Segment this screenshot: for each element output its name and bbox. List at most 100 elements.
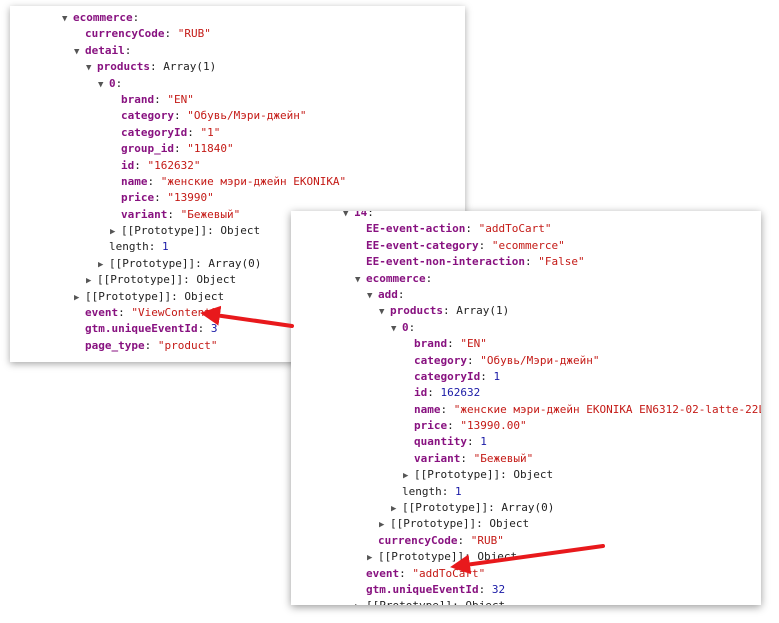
key-separator: : [399,566,406,580]
collapse-triangle-icon[interactable]: ▶ [403,468,414,484]
tree-row-prototype[interactable]: ▶[[Prototype]]: Object [291,598,761,605]
property-key: products [390,304,443,318]
expand-triangle-icon[interactable]: ▼ [74,44,85,60]
property-value: 1 [455,484,462,498]
key-separator: : [115,76,123,90]
key-separator: : [173,109,181,123]
key-separator: : [447,337,454,351]
collapse-triangle-icon[interactable]: ▶ [98,257,109,273]
tree-row-0[interactable]: ▼ 0: [291,320,761,336]
property-value: "13990.00" [460,419,527,433]
property-key: name [121,174,148,188]
tree-row-0[interactable]: ▼ 0: [10,76,465,92]
property-value: Object [465,599,505,605]
key-separator: : [167,207,174,221]
key-separator: : [466,435,474,449]
collapse-triangle-icon[interactable]: ▶ [355,599,366,605]
tree-row-detail[interactable]: ▼ detail: [10,43,465,59]
property-key: 14 [354,211,368,219]
key-separator: : [452,599,459,605]
expand-triangle-icon[interactable]: ▼ [391,321,402,337]
property-key: id [121,158,135,172]
property-key: id [414,386,428,400]
tree-row-add[interactable]: ▼ add: [291,287,761,303]
tree-row-prototype[interactable]: ▶[[Prototype]]: Object [291,516,761,532]
expand-triangle-icon[interactable]: ▼ [62,11,73,27]
expand-triangle-icon[interactable]: ▼ [355,272,366,288]
tree-row-ecommerce[interactable]: ▼ ecommerce: [291,271,761,287]
expand-triangle-icon[interactable]: ▼ [98,77,109,93]
property-key: brand [121,92,155,106]
property-value: Array(1) [456,304,510,318]
property-value: "Бежевый" [473,451,534,465]
key-separator: : [195,256,202,270]
key-separator: : [447,419,454,433]
key-separator: : [164,27,172,41]
property-value: "product" [157,338,218,352]
tree-row-prototype[interactable]: ▶[[Prototype]]: Object [291,467,761,483]
property-value: "Обувь/Мэри-джейн" [187,109,307,123]
expand-triangle-icon[interactable]: ▼ [367,288,378,304]
tree-row-variant: variant: "Бежевый" [291,451,761,467]
property-key: [[Prototype]] [109,256,196,270]
key-separator: : [149,60,157,74]
key-separator: : [132,11,140,24]
key-separator: : [134,158,141,172]
property-value: 32 [491,582,506,596]
tree-row-ee-event-action: EE-event-action: "addToCart" [291,221,761,237]
property-key: group_id [121,142,174,156]
property-key: add [378,287,398,301]
property-value: "162632" [147,158,201,172]
key-separator: : [425,271,433,285]
property-value: Object [196,273,237,287]
tree-row-ecommerce[interactable]: ▼ ecommerce: [10,10,465,26]
property-value: 1 [493,369,501,383]
property-value: "RUB" [177,27,211,41]
expand-triangle-icon[interactable]: ▼ [379,304,390,320]
tree-row-brand: brand: "EN" [291,336,761,352]
tree-row-name: name: "женские мэри-джейн EKONIKA" [10,174,465,190]
property-key: ecommerce [73,11,133,24]
object-tree: ▼ 14: EE-event-action: "addToCart" EE-event… [291,211,761,605]
tree-row-products[interactable]: ▼ products: Array(1) [291,303,761,319]
property-key: [[Prototype]] [414,468,501,482]
property-value: Object [220,224,261,238]
collapse-triangle-icon[interactable]: ▶ [379,517,390,533]
property-key: ecommerce [366,271,426,285]
tree-row-group-id: group_id: "11840" [10,141,465,157]
property-key: detail [85,43,125,57]
collapse-triangle-icon[interactable]: ▶ [391,501,402,517]
key-separator: : [457,533,465,547]
tree-row-prototype[interactable]: ▶ [[Prototype]]: Array(0) [291,500,761,516]
collapse-triangle-icon[interactable]: ▶ [367,550,378,566]
property-key: name [414,402,441,416]
collapse-triangle-icon[interactable]: ▶ [74,290,85,306]
key-separator: : [124,43,132,57]
key-separator: : [465,222,472,236]
property-key: currencyCode [85,27,165,41]
key-separator: : [427,386,434,400]
property-value: "EN" [167,92,194,106]
tree-row-products[interactable]: ▼ products: Array(1) [10,59,465,75]
collapse-triangle-icon[interactable]: ▶ [86,273,97,289]
key-separator: : [480,369,487,383]
tree-row-14[interactable]: ▼ 14: [291,211,761,221]
property-value: "addToCart" [412,566,486,580]
property-key: category [121,109,174,123]
collapse-triangle-icon[interactable]: ▶ [110,224,121,240]
key-separator: : [197,322,205,336]
property-key: event [85,306,119,320]
property-key: length [109,240,149,254]
expand-triangle-icon[interactable]: ▼ [86,60,97,76]
property-value: 162632 [440,386,481,400]
tree-row-length: length: 1 [291,484,761,500]
tree-row-id: id: "162632" [10,158,465,174]
property-key: currencyCode [378,533,458,547]
property-key: price [414,419,448,433]
property-value: 1 [162,240,169,254]
property-key: categoryId [121,125,188,139]
tree-row-prototype[interactable]: ▶[[Prototype]]: Object [291,549,761,565]
property-key: event [366,566,400,580]
property-key: [[Prototype]] [402,501,489,515]
property-value: 1 [480,435,487,449]
